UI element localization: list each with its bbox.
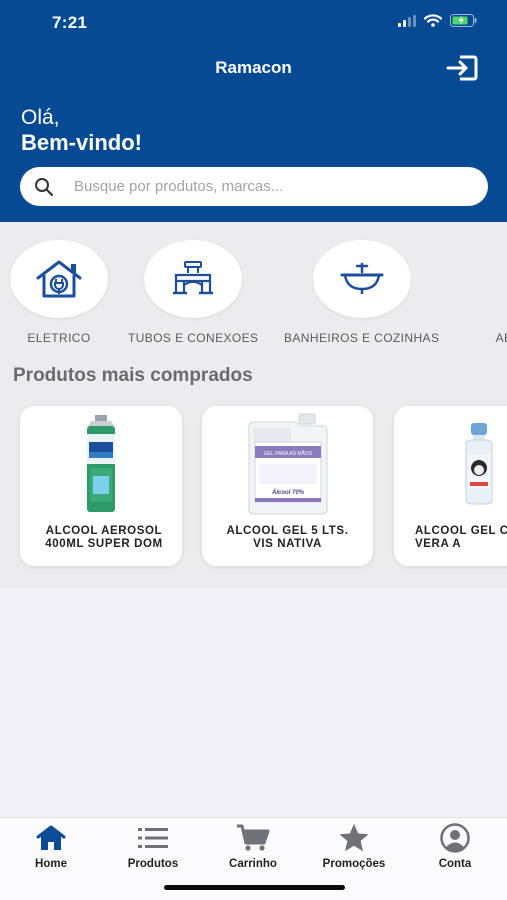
product-card[interactable]: GEL PARA AS MÃOS Álcool 70% ALCOOL GEL 5… — [202, 406, 373, 566]
product-card[interactable]: ALCOOL AEROSOL 400ML SUPER DOM — [20, 406, 182, 566]
house-electric-icon — [36, 260, 82, 298]
category-eletrico[interactable]: ELETRICO — [10, 240, 108, 345]
star-icon — [339, 824, 369, 852]
tab-label: Home — [35, 858, 67, 870]
list-icon — [138, 828, 168, 848]
status-time: 7:21 — [52, 13, 88, 32]
battery-icon — [450, 14, 477, 27]
home-indicator — [164, 885, 345, 890]
sink-icon — [340, 262, 384, 294]
category-label: ABRAS — [495, 331, 507, 345]
category-abrasivos[interactable]: ABRAS — [468, 240, 507, 345]
section-title: Produtos mais comprados — [13, 365, 253, 386]
signal-icon — [398, 14, 416, 27]
logout-icon — [446, 55, 478, 81]
category-banheiros-cozinhas[interactable]: BANHEIROS E COZINHAS — [284, 240, 439, 345]
account-icon — [440, 823, 470, 853]
product-label-text: GEL PARA AS MÃOS — [263, 450, 312, 457]
product-name: ALCOOL GEL C/ALOE VERA A — [415, 525, 507, 550]
search-input[interactable] — [74, 178, 454, 195]
tab-label: Promoções — [322, 858, 386, 870]
product-name: ALCOOL AEROSOL 400ML SUPER DOM — [45, 525, 163, 550]
empty-area — [0, 588, 507, 817]
product-image — [394, 412, 507, 516]
wifi-icon — [424, 14, 442, 27]
status-icons — [398, 14, 477, 27]
search-bar[interactable] — [20, 167, 488, 206]
logout-button[interactable] — [445, 52, 479, 84]
product-image: GEL PARA AS MÃOS Álcool 70% — [202, 412, 373, 516]
category-label: BANHEIROS E COZINHAS — [284, 331, 440, 345]
header: 7:21 Ramacon Olá, Bem-vindo! — [0, 0, 507, 222]
pipe-fitting-icon — [173, 261, 214, 295]
tab-produtos[interactable]: Produtos — [108, 824, 198, 870]
aerosol-can-icon — [87, 415, 115, 512]
gel-gallon-icon: GEL PARA AS MÃOS Álcool 70% — [248, 413, 327, 515]
product-label-sub: Álcool 70% — [270, 489, 304, 496]
product-card[interactable]: ALCOOL GEL C/ALOE VERA A — [394, 406, 507, 566]
category-tubos-conexoes[interactable]: TUBOS E CONEXOES — [128, 240, 258, 345]
tab-home[interactable]: Home — [6, 824, 96, 870]
tab-carrinho[interactable]: Carrinho — [208, 824, 298, 870]
main-content: ELETRICO TUBOS E CONEXOES BANHEIROS E CO — [0, 222, 507, 588]
category-label: ELETRICO — [27, 331, 91, 345]
cart-icon — [237, 824, 270, 851]
gel-bottle-icon — [465, 423, 493, 505]
product-image — [20, 412, 182, 516]
category-label: TUBOS E CONEXOES — [128, 331, 259, 345]
tab-conta[interactable]: Conta — [410, 823, 500, 870]
welcome-text: Bem-vindo! — [21, 130, 142, 155]
tab-label: Conta — [438, 858, 472, 870]
tab-label: Carrinho — [229, 858, 277, 870]
greeting-text: Olá, — [21, 106, 60, 129]
app-title: Ramacon — [215, 58, 292, 77]
home-icon — [36, 825, 66, 850]
search-icon — [35, 177, 54, 196]
tab-promocoes[interactable]: Promoções — [309, 824, 399, 870]
tab-label: Produtos — [127, 858, 179, 870]
product-name: ALCOOL GEL 5 LTS. VIS NATIVA — [226, 525, 349, 550]
